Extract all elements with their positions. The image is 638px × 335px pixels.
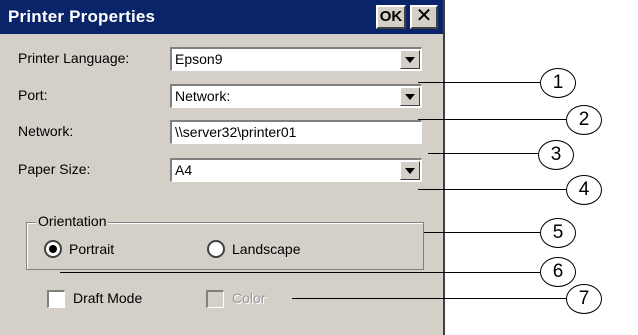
- draft-mode-checkbox[interactable]: [47, 290, 65, 308]
- callout-line-2: [418, 119, 566, 120]
- callout-line-7: [292, 298, 566, 299]
- network-input[interactable]: \\server32\printer01: [170, 120, 422, 144]
- printer-language-label: Printer Language:: [18, 50, 130, 66]
- window-title: Printer Properties: [8, 7, 156, 26]
- callout-line-6: [60, 272, 540, 273]
- radio-selected-dot: [49, 245, 57, 253]
- portrait-radio[interactable]: [44, 240, 62, 258]
- port-value: Network:: [175, 88, 231, 104]
- callout-5: 5: [540, 218, 576, 248]
- paper-size-select[interactable]: A4: [170, 158, 422, 182]
- callout-line-4: [418, 189, 566, 190]
- paper-size-label: Paper Size:: [18, 161, 91, 177]
- printer-language-select[interactable]: Epson9: [170, 47, 422, 71]
- network-label: Network:: [18, 123, 74, 139]
- callout-7: 7: [566, 284, 602, 314]
- callout-line-1: [418, 82, 540, 83]
- ok-button[interactable]: OK: [376, 5, 406, 29]
- paper-size-value: A4: [175, 162, 193, 178]
- port-select[interactable]: Network:: [170, 84, 422, 108]
- portrait-label[interactable]: Portrait: [69, 241, 114, 257]
- printer-language-dropdown-button[interactable]: [400, 50, 420, 69]
- color-checkbox: [206, 290, 224, 308]
- callout-line-3: [428, 153, 538, 154]
- callout-2: 2: [566, 105, 602, 135]
- draft-mode-label[interactable]: Draft Mode: [73, 290, 142, 306]
- orientation-group-title: Orientation: [36, 213, 109, 229]
- callout-3: 3: [538, 140, 574, 170]
- landscape-label[interactable]: Landscape: [232, 241, 301, 257]
- port-label: Port:: [18, 87, 48, 103]
- paper-size-dropdown-button[interactable]: [400, 161, 420, 180]
- callout-6: 6: [540, 257, 576, 287]
- callout-line-5: [424, 232, 540, 233]
- close-button[interactable]: ✕: [410, 5, 438, 29]
- port-dropdown-button[interactable]: [400, 87, 420, 106]
- callout-4: 4: [566, 175, 602, 205]
- close-icon: ✕: [415, 5, 433, 27]
- printer-language-value: Epson9: [175, 51, 223, 67]
- callout-1: 1: [540, 68, 576, 98]
- color-label: Color: [232, 290, 266, 306]
- title-bar: Printer Properties OK ✕: [0, 0, 443, 34]
- landscape-radio[interactable]: [207, 240, 225, 258]
- printer-properties-dialog: Printer Properties OK ✕ Printer Language…: [0, 0, 445, 335]
